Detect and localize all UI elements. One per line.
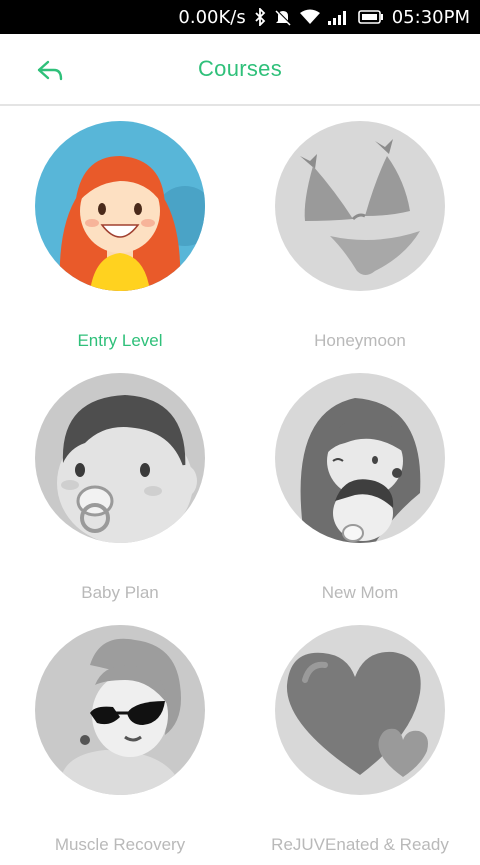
course-label: ReJUVEnated & Ready (271, 835, 449, 854)
clock: 05:30PM (391, 6, 470, 28)
course-baby-plan[interactable]: Baby Plan (0, 373, 240, 613)
network-speed: 0.00K/s (178, 6, 246, 28)
app-bar: Courses (0, 34, 480, 106)
course-label: New Mom (321, 583, 399, 602)
girl-avatar-icon (35, 121, 205, 291)
battery-icon (357, 10, 383, 24)
status-bar: 0.00K/s 05:30PM (0, 0, 480, 34)
course-label: Baby Plan (81, 583, 159, 602)
mom-and-baby-icon (275, 373, 445, 543)
course-new-mom[interactable]: New Mom (240, 373, 480, 613)
signal-icon (327, 11, 346, 25)
woman-sunglasses-icon (35, 625, 205, 795)
course-rejuvenated-ready[interactable]: ReJUVEnated & Ready (240, 625, 480, 865)
bikini-icon (275, 121, 445, 291)
course-label: Muscle Recovery (54, 835, 186, 854)
wifi-icon (299, 9, 320, 24)
course-label: Entry Level (77, 331, 163, 350)
baby-pacifier-icon (35, 373, 205, 543)
course-label: Honeymoon (314, 331, 406, 350)
silent-icon (275, 9, 291, 26)
course-muscle-recovery[interactable]: Muscle Recovery (0, 625, 240, 865)
page-title: Courses (197, 56, 283, 81)
bluetooth-icon (255, 8, 266, 26)
course-entry-level[interactable]: Entry Level (0, 121, 240, 361)
hearts-icon (275, 625, 445, 795)
course-honeymoon[interactable]: Honeymoon (240, 121, 480, 361)
